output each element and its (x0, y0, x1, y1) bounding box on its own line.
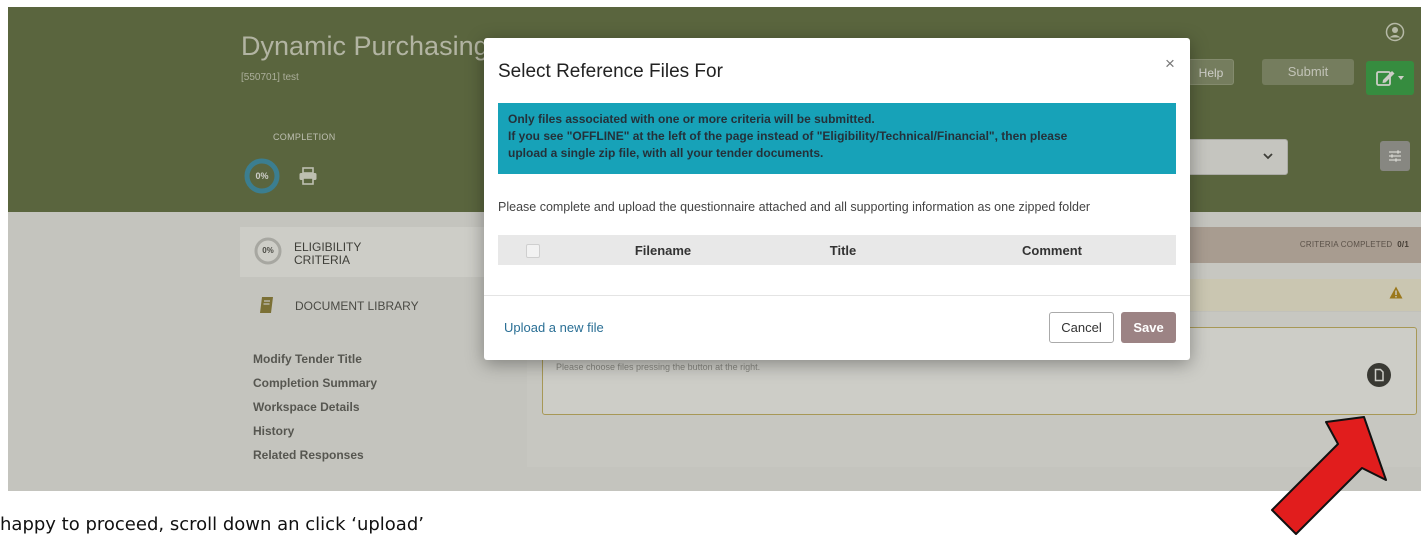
chevron-down-icon (1263, 153, 1273, 160)
alert-line: upload a single zip file, with all your … (508, 146, 824, 160)
criteria-completed-text: CRITERIA COMPLETED 0/1 (1299, 240, 1409, 249)
table-header-row: Filename Title Comment (498, 235, 1176, 265)
tender-reference: [550701] test (241, 72, 299, 83)
history-link[interactable]: History (253, 419, 377, 443)
book-icon (260, 297, 273, 313)
close-icon[interactable]: × (1162, 54, 1178, 74)
edit-icon (1376, 71, 1404, 86)
select-reference-files-dialog: Select Reference Files For × Only files … (484, 38, 1190, 360)
column-header-title[interactable]: Title (758, 235, 928, 265)
alert-line: Only files associated with one or more c… (508, 112, 875, 126)
sidebar-links: Modify Tender Title Completion Summary W… (253, 347, 377, 467)
edit-dropdown-button[interactable] (1366, 61, 1414, 95)
completion-percent: 0% (255, 171, 269, 181)
warning-icon (1389, 286, 1403, 299)
workspace-details-link[interactable]: Workspace Details (253, 395, 377, 419)
files-table: Filename Title Comment (498, 235, 1176, 265)
upload-instruction: Please complete and upload the questionn… (498, 200, 1091, 214)
select-all-checkbox[interactable] (526, 243, 540, 258)
print-icon[interactable] (298, 167, 318, 185)
modify-tender-title-link[interactable]: Modify Tender Title (253, 347, 377, 371)
dialog-title: Select Reference Files For (498, 61, 723, 82)
file-icon (1374, 368, 1384, 382)
column-header-filename[interactable]: Filename (568, 235, 758, 265)
completion-progress-ring: 0% (243, 157, 281, 195)
sidebar-item-document-library[interactable]: DOCUMENT LIBRARY (240, 287, 523, 323)
choose-files-hint: Please choose files pressing the button … (556, 362, 761, 372)
info-alert: Only files associated with one or more c… (498, 103, 1176, 174)
eligibility-percent: 0% (262, 246, 274, 255)
choose-files-button[interactable] (1367, 363, 1391, 387)
application-screenshot: Dynamic Purchasing [550701] test COMPLET… (8, 7, 1421, 491)
instruction-caption: happy to proceed, scroll down an click ‘… (0, 514, 424, 535)
filter-settings-button[interactable] (1380, 141, 1410, 171)
sidebar-item-eligibility[interactable]: 0% ELIGIBILITY CRITERIA (240, 227, 523, 277)
column-header-comment[interactable]: Comment (928, 235, 1176, 265)
completion-label: COMPLETION (273, 132, 336, 142)
submit-button[interactable]: Submit (1262, 59, 1354, 85)
upload-new-file-link[interactable]: Upload a new file (504, 320, 604, 335)
sidebar-item-label: DOCUMENT LIBRARY (295, 299, 419, 313)
user-account-icon[interactable] (1385, 22, 1405, 42)
help-button[interactable]: Help (1188, 59, 1234, 85)
save-button[interactable]: Save (1121, 312, 1176, 343)
sidebar: 0% ELIGIBILITY CRITERIA DOCUMENT LIBRARY… (233, 227, 523, 491)
red-arrow-annotation (1271, 416, 1387, 535)
criteria-completed-count: 0/1 (1397, 240, 1409, 249)
completion-summary-link[interactable]: Completion Summary (253, 371, 377, 395)
sidebar-item-label: ELIGIBILITY CRITERIA (294, 240, 362, 267)
select-all-cell (498, 235, 568, 265)
eligibility-progress-ring: 0% (253, 236, 283, 266)
app-title: Dynamic Purchasing (241, 31, 489, 61)
alert-line: If you see "OFFLINE" at the left of the … (508, 129, 1068, 143)
related-responses-link[interactable]: Related Responses (253, 443, 377, 467)
dialog-footer-divider (484, 295, 1190, 296)
cancel-button[interactable]: Cancel (1049, 312, 1114, 343)
sliders-icon (1389, 150, 1401, 162)
